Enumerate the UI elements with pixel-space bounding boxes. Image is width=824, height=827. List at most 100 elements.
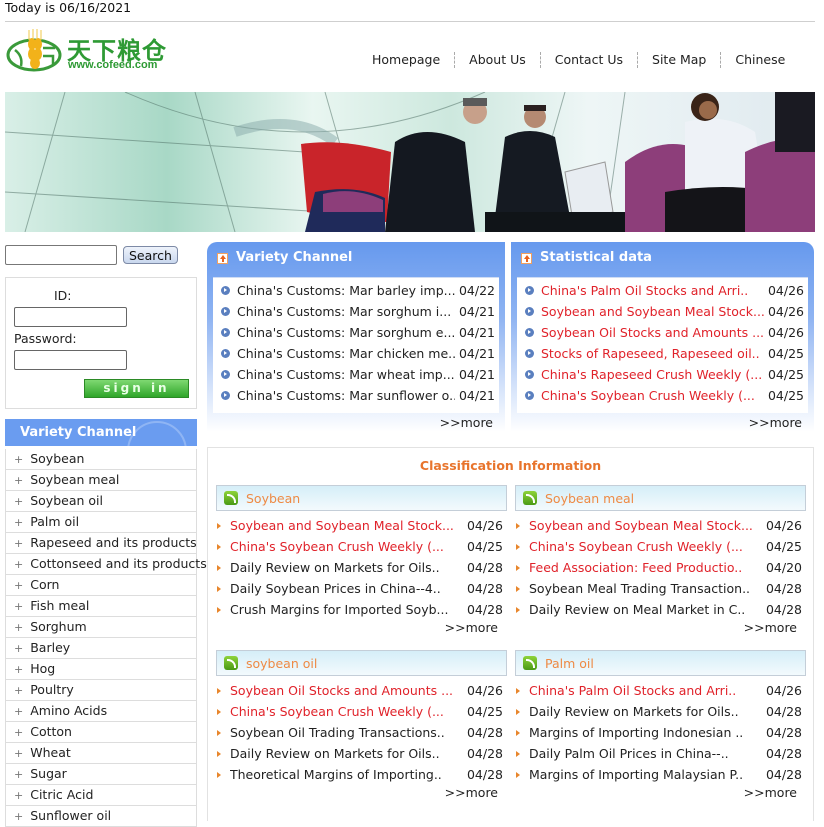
sidebar-item-label[interactable]: Sugar xyxy=(30,766,67,781)
sidebar-item[interactable]: + Palm oil xyxy=(6,512,196,533)
news-title-link[interactable]: Margins of Importing Indonesian .. xyxy=(529,722,756,743)
news-date: 04/28 xyxy=(765,704,802,719)
category-name-link[interactable]: Soybean xyxy=(246,491,300,506)
news-title-link[interactable]: Daily Palm Oil Prices in China--.. xyxy=(529,743,756,764)
sidebar-item-label[interactable]: Cottonseed and its products xyxy=(30,556,207,571)
news-title-link[interactable]: Soybean Oil Stocks and Amounts ... xyxy=(230,680,457,701)
sidebar-item[interactable]: + Poultry xyxy=(6,680,196,701)
news-title-link[interactable]: China's Customs: Mar barley imp... xyxy=(237,280,455,301)
sidebar-item[interactable]: + Cottonseed and its products xyxy=(6,554,207,575)
news-title-link[interactable]: China's Customs: Mar wheat imp... xyxy=(237,364,455,385)
search-input[interactable] xyxy=(5,245,117,265)
sidebar-item[interactable]: + Soybean oil xyxy=(6,491,196,512)
sidebar-item[interactable]: + Amino Acids xyxy=(6,701,196,722)
logo[interactable]: 天下粮仓 www.cofeed.com xyxy=(5,28,175,76)
news-title-link[interactable]: China's Soybean Crush Weekly (... xyxy=(230,536,457,557)
today-date: Today is 06/16/2021 xyxy=(5,0,132,15)
news-title-link[interactable]: China's Rapeseed Crush Weekly (... xyxy=(541,364,764,385)
news-title-link[interactable]: Daily Review on Markets for Oils.. xyxy=(230,743,457,764)
nav-site-map[interactable]: Site Map xyxy=(638,52,722,68)
plus-icon: + xyxy=(14,516,24,529)
plus-icon: + xyxy=(14,558,24,571)
password-field[interactable] xyxy=(14,350,127,370)
news-title-link[interactable]: Soybean and Soybean Meal Stock... xyxy=(529,515,756,536)
sidebar-item-label[interactable]: Hog xyxy=(30,661,55,676)
news-title-link[interactable]: China's Soybean Crush Weekly (... xyxy=(541,385,764,406)
id-label: ID: xyxy=(54,288,72,303)
category-more-link[interactable]: >>more xyxy=(744,785,797,800)
sidebar-item-label[interactable]: Palm oil xyxy=(30,514,79,529)
sidebar-item[interactable]: + Soybean xyxy=(6,449,196,470)
sign-in-button[interactable]: sign in xyxy=(84,379,189,398)
statistical-more-link[interactable]: >>more xyxy=(749,415,802,430)
sidebar-item[interactable]: + Sugar xyxy=(6,764,196,785)
wheat-logo-icon xyxy=(6,29,62,72)
sidebar-item-label[interactable]: Citric Acid xyxy=(30,787,93,802)
news-date: 04/26 xyxy=(767,304,804,319)
news-title-link[interactable]: China's Soybean Crush Weekly (... xyxy=(230,701,457,722)
nav-contact-us[interactable]: Contact Us xyxy=(541,52,639,68)
news-title-link[interactable]: China's Customs: Mar chicken me... xyxy=(237,343,455,364)
nav-homepage[interactable]: Homepage xyxy=(358,52,456,68)
id-field[interactable] xyxy=(14,307,127,327)
news-title-link[interactable]: Margins of Importing Malaysian P.. xyxy=(529,764,756,785)
sidebar-item[interactable]: + Sorghum xyxy=(6,617,196,638)
news-title-link[interactable]: China's Palm Oil Stocks and Arri.. xyxy=(529,680,756,701)
news-date: 04/21 xyxy=(458,388,495,403)
news-title-link[interactable]: China's Soybean Crush Weekly (... xyxy=(529,536,756,557)
sidebar-item-label[interactable]: Wheat xyxy=(30,745,71,760)
sidebar-item-label[interactable]: Rapeseed and its products xyxy=(30,535,196,550)
category-news-row: Margins of Importing Malaysian P.. 04/28 xyxy=(515,764,806,785)
news-title-link[interactable]: China's Palm Oil Stocks and Arri.. xyxy=(541,280,764,301)
variety-more-link[interactable]: >>more xyxy=(440,415,493,430)
sidebar-item-label[interactable]: Poultry xyxy=(30,682,74,697)
news-date: 04/28 xyxy=(466,581,503,596)
sidebar-item-label[interactable]: Soybean oil xyxy=(30,493,103,508)
news-title-link[interactable]: Soybean Oil Trading Transactions.. xyxy=(230,722,457,743)
nav-chinese[interactable]: Chinese xyxy=(721,52,799,68)
sidebar-item[interactable]: + Cotton xyxy=(6,722,196,743)
news-title-link[interactable]: Feed Association: Feed Productio.. xyxy=(529,557,756,578)
news-title-link[interactable]: Soybean and Soybean Meal Stock... xyxy=(230,515,457,536)
sidebar-item[interactable]: + Fish meal xyxy=(6,596,196,617)
news-title-link[interactable]: Daily Review on Markets for Oils.. xyxy=(230,557,457,578)
sidebar-item-label[interactable]: Corn xyxy=(30,577,59,592)
news-title-link[interactable]: Daily Soybean Prices in China--4.. xyxy=(230,578,457,599)
sidebar-item[interactable]: + Soybean meal xyxy=(6,470,196,491)
sidebar-item[interactable]: + Citric Acid xyxy=(6,785,196,806)
search-button[interactable]: Search xyxy=(123,246,178,264)
news-title-link[interactable]: Soybean Meal Trading Transaction.. xyxy=(529,578,756,599)
news-title-link[interactable]: China's Customs: Mar sorghum i... xyxy=(237,301,455,322)
category-name-link[interactable]: soybean oil xyxy=(246,656,317,671)
sidebar-item-label[interactable]: Soybean meal xyxy=(30,472,119,487)
news-title-link[interactable]: Crush Margins for Imported Soyb... xyxy=(230,599,457,620)
category-more-link[interactable]: >>more xyxy=(744,620,797,635)
news-date: 04/28 xyxy=(466,560,503,575)
sidebar-item-label[interactable]: Fish meal xyxy=(30,598,89,613)
arrow-circle-icon xyxy=(221,391,230,400)
news-title-link[interactable]: Daily Review on Meal Market in C.. xyxy=(529,599,756,620)
sidebar-item-label[interactable]: Barley xyxy=(30,640,70,655)
sidebar-item[interactable]: + Sunflower oil xyxy=(6,806,196,827)
sidebar-item-label[interactable]: Cotton xyxy=(30,724,72,739)
news-title-link[interactable]: Soybean and Soybean Meal Stock... xyxy=(541,301,764,322)
sidebar-item[interactable]: + Wheat xyxy=(6,743,196,764)
sidebar-item[interactable]: + Barley xyxy=(6,638,196,659)
news-title-link[interactable]: Stocks of Rapeseed, Rapeseed oil.. xyxy=(541,343,764,364)
news-title-link[interactable]: Daily Review on Markets for Oils.. xyxy=(529,701,756,722)
news-title-link[interactable]: Theoretical Margins of Importing.. xyxy=(230,764,457,785)
category-more-link[interactable]: >>more xyxy=(445,785,498,800)
sidebar-item[interactable]: + Rapeseed and its products xyxy=(6,533,197,554)
news-title-link[interactable]: China's Customs: Mar sorghum e... xyxy=(237,322,455,343)
category-name-link[interactable]: Palm oil xyxy=(545,656,594,671)
nav-about-us[interactable]: About Us xyxy=(455,52,541,68)
sidebar-item-label[interactable]: Amino Acids xyxy=(30,703,107,718)
category-name-link[interactable]: Soybean meal xyxy=(545,491,634,506)
category-more-link[interactable]: >>more xyxy=(445,620,498,635)
sidebar-item[interactable]: + Hog xyxy=(6,659,196,680)
sidebar-item[interactable]: + Corn xyxy=(6,575,196,596)
news-title-link[interactable]: Soybean Oil Stocks and Amounts ... xyxy=(541,322,764,343)
sidebar-item-label[interactable]: Soybean xyxy=(30,451,84,466)
sidebar-item-label[interactable]: Sorghum xyxy=(30,619,86,634)
news-title-link[interactable]: China's Customs: Mar sunflower o.. xyxy=(237,385,455,406)
